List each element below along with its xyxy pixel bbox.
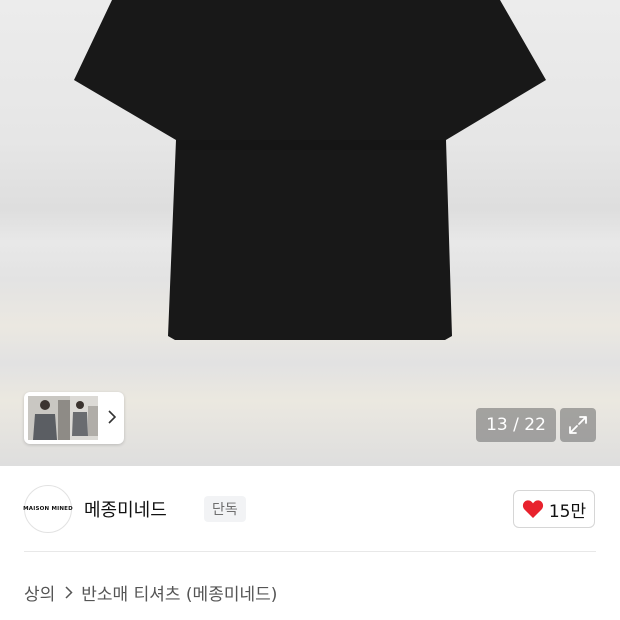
expand-button[interactable] xyxy=(560,408,596,442)
brand-row: MAISON MINED 메종미네드 단독 15만 xyxy=(23,485,596,533)
breadcrumb-category[interactable]: 상의 xyxy=(24,580,55,605)
breadcrumb-subcategory[interactable]: 반소매 티셔츠 (메종미네드) xyxy=(81,580,277,605)
thumbnail-strip[interactable] xyxy=(24,392,124,444)
brand-name[interactable]: 메종미네드 xyxy=(84,496,167,522)
thumbnail-image[interactable] xyxy=(70,396,98,440)
like-count: 15만 xyxy=(548,501,587,522)
breadcrumb: 상의 반소매 티셔츠 (메종미네드) xyxy=(24,580,277,605)
like-button[interactable]: 15만 xyxy=(513,490,595,528)
expand-icon xyxy=(569,416,587,434)
divider xyxy=(24,551,596,552)
thumbnail-image[interactable] xyxy=(28,396,70,440)
brand-logo-text: MAISON MINED xyxy=(23,506,73,512)
brand-logo[interactable]: MAISON MINED xyxy=(23,485,73,533)
product-image-gallery[interactable]: 13 / 22 xyxy=(0,0,620,466)
t-shirt-shading xyxy=(176,140,446,150)
chevron-right-icon xyxy=(65,586,73,599)
heart-icon xyxy=(522,500,543,518)
exclusive-badge: 단독 xyxy=(204,496,246,522)
chevron-right-icon[interactable] xyxy=(108,409,117,427)
t-shirt-shape xyxy=(74,0,546,340)
image-counter: 13 / 22 xyxy=(476,408,556,442)
